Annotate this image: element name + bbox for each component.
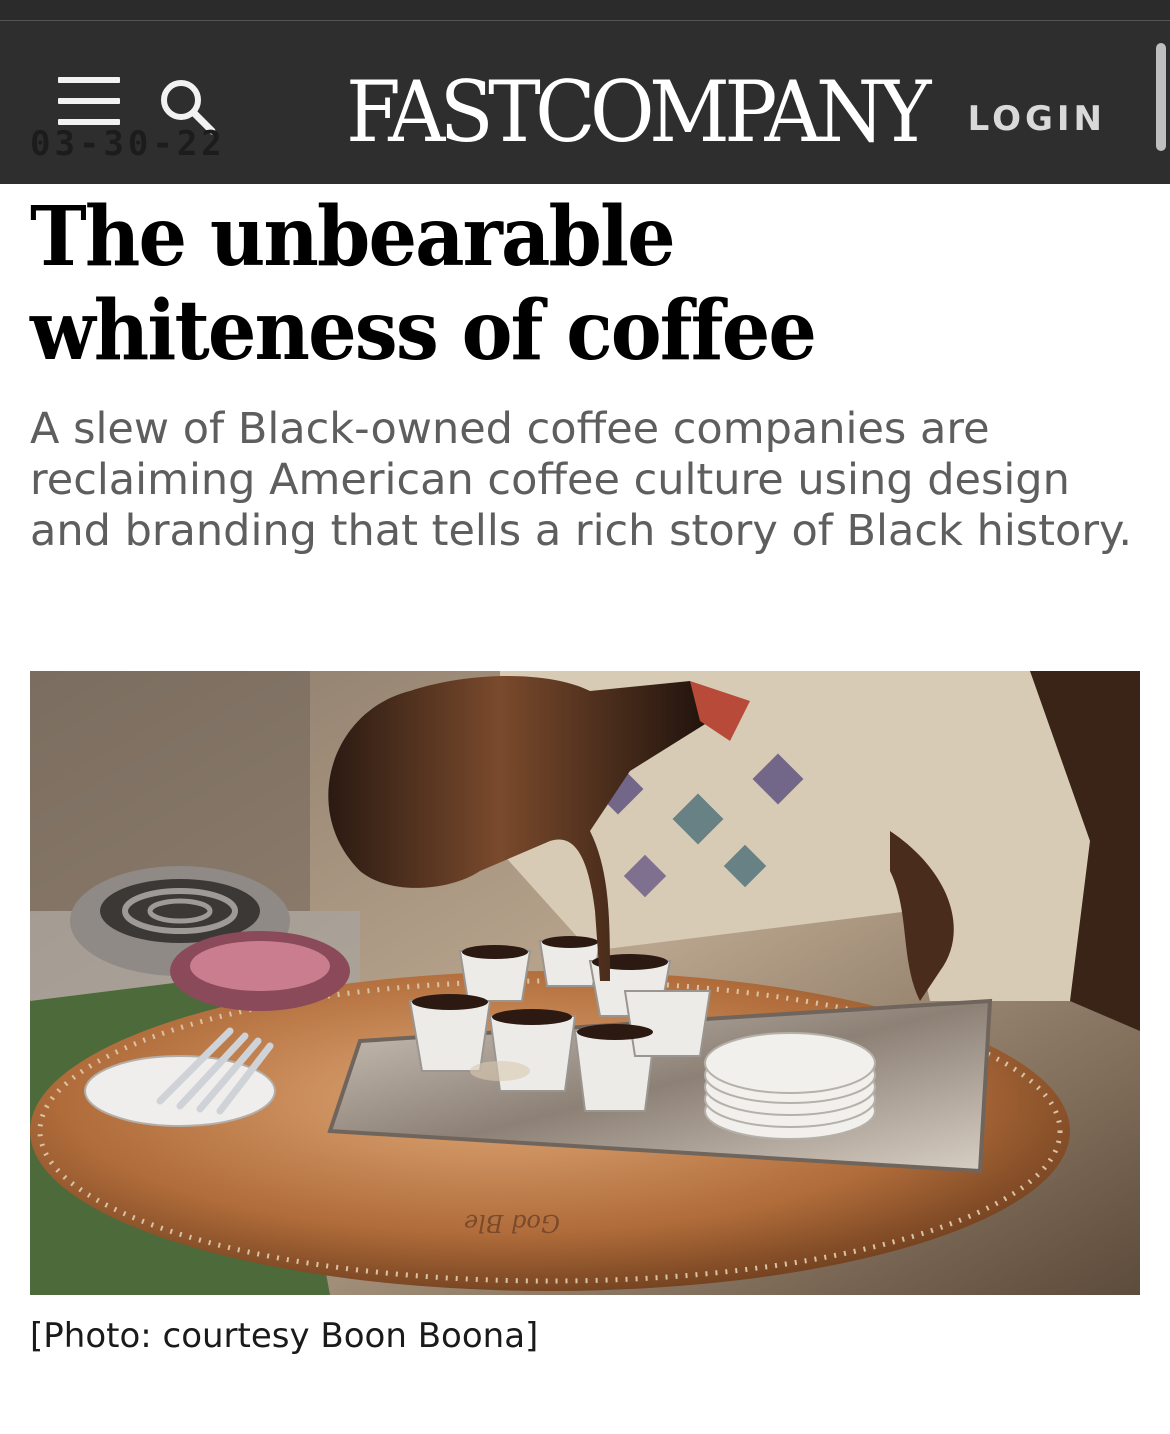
- article-date: 03-30-22: [30, 124, 226, 164]
- login-link[interactable]: LOGIN: [968, 99, 1106, 139]
- article-deck: A slew of Black-owned coffee companies a…: [30, 404, 1133, 556]
- image-caption: [Photo: courtesy Boon Boona]: [30, 1316, 539, 1356]
- hamburger-menu-icon[interactable]: [58, 77, 122, 127]
- article-headline: The unbearable whiteness of coffee: [30, 189, 817, 379]
- fast-company-logo[interactable]: FASTCOMPANY: [346, 57, 931, 167]
- article-hero-image: God Ble: [30, 671, 1140, 1295]
- scrollbar[interactable]: [1156, 43, 1166, 151]
- status-strip: [0, 0, 1170, 21]
- svg-text:God Ble: God Ble: [464, 1209, 560, 1237]
